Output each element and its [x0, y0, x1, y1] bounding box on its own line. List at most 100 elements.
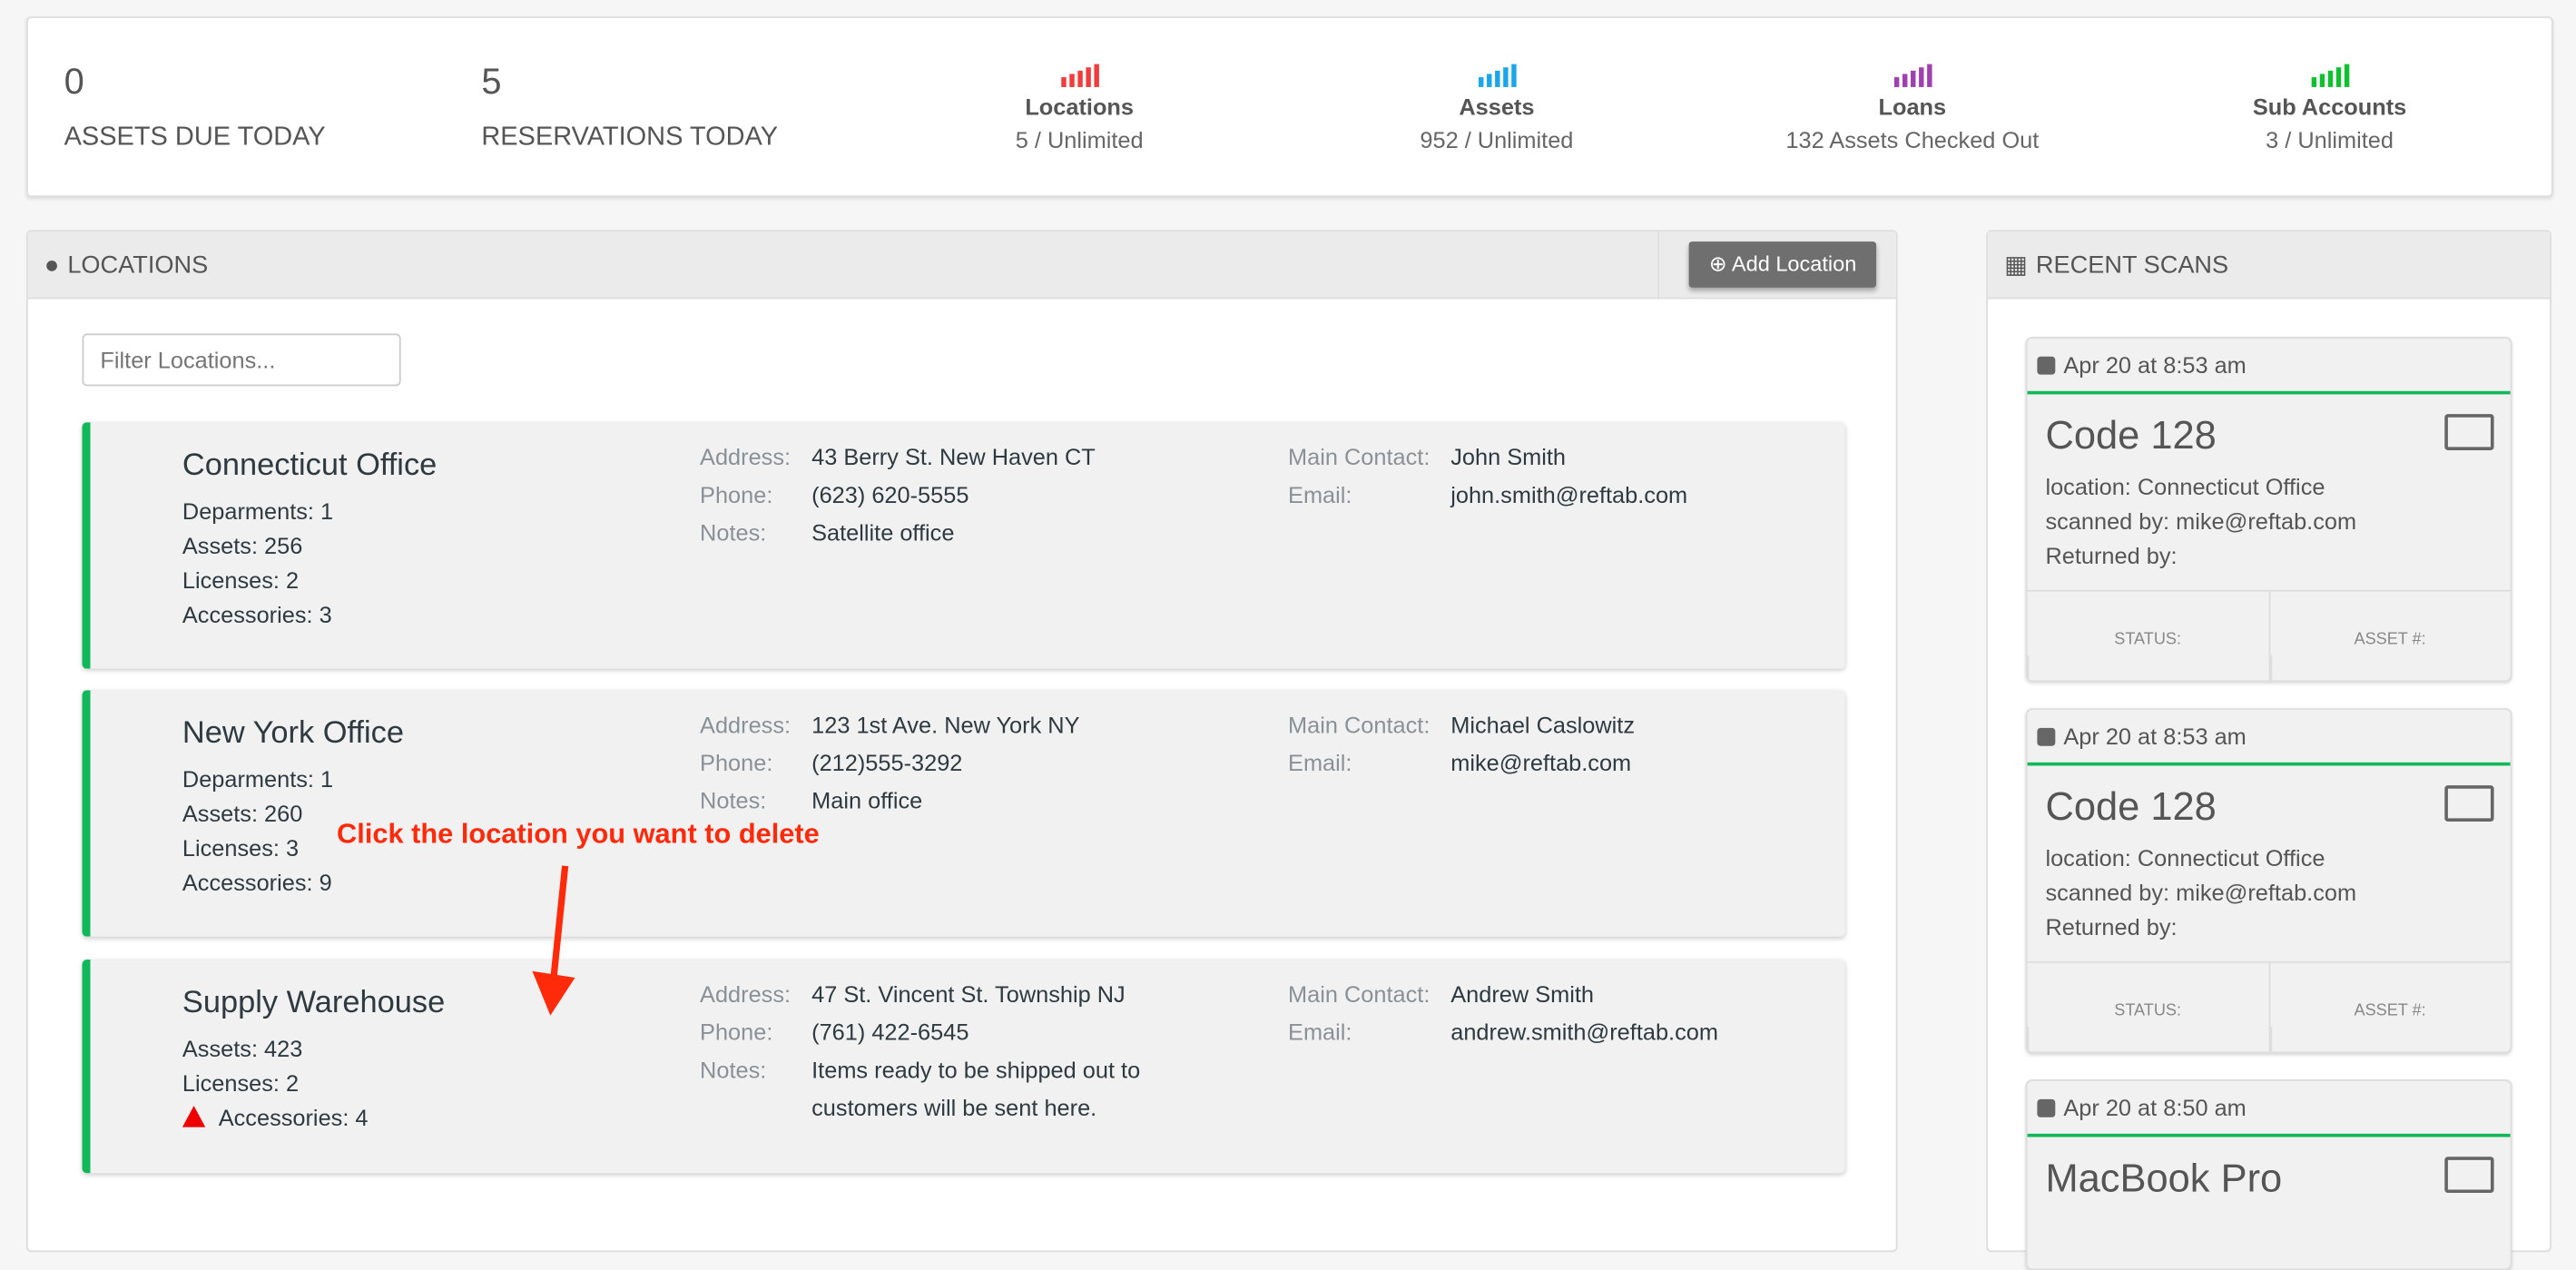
field-email: Email: andrew.smith@reftab.com	[1288, 1014, 1718, 1052]
scan-title: Code 128	[2045, 414, 2217, 458]
field-contact: Main Contact: Andrew Smith	[1288, 976, 1594, 1014]
field-address: Address: 47 St. Vincent St. Township NJ	[700, 976, 1126, 1014]
bar-chart-bar	[1486, 74, 1491, 87]
stat-text: Accessories: 4	[218, 1104, 369, 1131]
bar-chart-bar	[2343, 64, 2349, 87]
scan-card[interactable]: Apr 20 at 8:53 am Code 128 location: Con…	[2025, 708, 2512, 1054]
bar-chart-icon	[915, 64, 1244, 87]
bar-chart-bar	[1902, 74, 1907, 87]
asset-value: 123ABC	[2269, 1027, 2511, 1052]
scan-scanned-by: scanned by: mike@reftab.com	[2045, 879, 2357, 906]
scan-card[interactable]: Apr 20 at 8:53 am Code 128 location: Con…	[2025, 337, 2512, 683]
location-card[interactable]: Supply Warehouse Assets: 423 Licenses: 2 A…	[82, 960, 1845, 1174]
location-card[interactable]: New York Office Deparments: 1 Assets: 260…	[82, 690, 1845, 937]
asset-label: ASSET #:	[2354, 1002, 2426, 1021]
asset-value: 123ABC	[2269, 655, 2511, 681]
scan-location: location: Connecticut Office	[2045, 473, 2325, 500]
field-label: Main Contact:	[1288, 711, 1431, 738]
field-value: (212)555-3292	[811, 749, 963, 776]
field-value: Satellite office	[811, 518, 955, 546]
field-label: Address:	[700, 980, 791, 1008]
location-name: New York Office	[182, 716, 404, 752]
scan-scanned-by: scanned by: mike@reftab.com	[2045, 507, 2357, 535]
location-stat: Accessories: 4	[182, 1101, 369, 1136]
locations-panel: ● LOCATIONS ⊕ Add Location Connecticut O…	[25, 230, 1898, 1253]
field-label: Phone:	[700, 1019, 773, 1046]
bar-chart-bar	[1478, 77, 1483, 87]
scan-title: Code 128	[2045, 785, 2217, 831]
field-label: Main Contact:	[1288, 980, 1431, 1008]
status-value: in	[2027, 1027, 2268, 1052]
field-label: Notes:	[700, 786, 767, 813]
bar-chart-bar	[1068, 74, 1074, 87]
field-value: John Smith	[1450, 443, 1567, 470]
add-location-label: Add Location	[1731, 251, 1857, 277]
filter-locations-input[interactable]	[82, 333, 401, 387]
field-label: Notes:	[700, 1056, 767, 1083]
location-stat: Assets: 423	[182, 1032, 369, 1067]
field-value: Andrew Smith	[1450, 980, 1594, 1008]
field-value: (761) 422-6545	[811, 1019, 969, 1046]
bar-chart-bar	[1918, 67, 1923, 87]
qrcode-icon: ▦	[2004, 251, 2028, 280]
location-stat: Accessories: 9	[182, 866, 333, 901]
assets-due-stat[interactable]: 0 ASSETS DUE TODAY	[64, 61, 326, 153]
field-email: Email: mike@reftab.com	[1288, 744, 1631, 783]
scan-location: location: Connecticut Office	[2045, 844, 2325, 871]
field-phone: Phone: (761) 422-6545	[700, 1014, 968, 1052]
bar-chart-icon	[1748, 64, 2077, 87]
stat-text: Licenses: 2	[182, 1069, 300, 1097]
meter-title: Sub Accounts	[2252, 94, 2407, 121]
stat-text: Assets: 423	[182, 1035, 303, 1062]
field-value: 47 St. Vincent St. Township NJ	[811, 980, 1126, 1008]
field-value: andrew.smith@reftab.com	[1450, 1019, 1718, 1046]
assets-due-label: ASSETS DUE TODAY	[64, 123, 326, 152]
location-card[interactable]: Connecticut Office Deparments: 1 Assets: …	[82, 422, 1845, 669]
reservations-label: RESERVATIONS TODAY	[481, 123, 779, 152]
field-label: Main Contact:	[1288, 443, 1431, 470]
stat-text: Licenses: 2	[182, 566, 300, 594]
field-value: (623) 620-5555	[811, 481, 969, 508]
annotation-arrow-icon	[532, 865, 575, 1016]
field-label: Address:	[700, 711, 791, 738]
location-stat: Deparments: 1	[182, 495, 333, 529]
bar-chart-bar	[1494, 70, 1499, 87]
field-label: Phone:	[700, 749, 773, 776]
bar-chart-icon	[2166, 64, 2494, 87]
scan-title: MacBook Pro	[2045, 1157, 2283, 1202]
field-notes: Notes: Satellite office	[700, 515, 954, 553]
bar-chart-bar	[2310, 77, 2316, 87]
location-stat: Licenses: 2	[182, 564, 333, 598]
status-label: STATUS:	[2114, 1002, 2182, 1021]
stat-text: Assets: 260	[182, 800, 303, 827]
scan-returned-by: Returned by:	[2045, 542, 2178, 569]
recent-scans-panel: ▦ RECENT SCANS Apr 20 at 8:53 am Code 12…	[1986, 230, 2551, 1270]
id-card-icon	[2444, 414, 2494, 450]
meter-sub: 5 / Unlimited	[1015, 126, 1144, 153]
reservations-count: 5	[481, 60, 502, 103]
bar-chart-bar	[1893, 77, 1899, 87]
stats-bar: 0 ASSETS DUE TODAY 5 RESERVATIONS TODAY …	[25, 16, 2553, 198]
stat-text: Deparments: 1	[182, 765, 334, 793]
scan-card[interactable]: Apr 20 at 8:50 am MacBook Pro	[2025, 1079, 2512, 1270]
field-label: Email:	[1288, 1019, 1352, 1046]
add-location-button[interactable]: ⊕ Add Location	[1689, 241, 1877, 288]
location-stat: Assets: 260	[182, 797, 333, 832]
meter-loans: Loans 132 Assets Checked Out	[1748, 64, 2077, 153]
location-name: Connecticut Office	[182, 448, 438, 484]
status-label: STATUS:	[2114, 631, 2182, 649]
bar-chart-bar	[2335, 67, 2341, 87]
plus-circle-icon: ⊕	[1708, 251, 1732, 277]
scan-time: Apr 20 at 8:53 am	[2063, 351, 2247, 379]
field-address: Address: 43 Berry St. New Haven CT	[700, 438, 1096, 477]
field-label: Email:	[1288, 481, 1352, 508]
asset-label: ASSET #:	[2354, 631, 2426, 649]
reservations-stat[interactable]: 5 RESERVATIONS TODAY	[481, 61, 778, 153]
assets-due-count: 0	[64, 60, 84, 103]
stat-text: Licenses: 3	[182, 834, 300, 861]
bar-chart-bar	[1502, 67, 1508, 87]
id-card-icon	[2444, 785, 2494, 822]
field-label: Notes:	[700, 518, 767, 546]
field-label: Email:	[1288, 749, 1352, 776]
field-contact: Main Contact: Michael Caslowitz	[1288, 706, 1635, 744]
